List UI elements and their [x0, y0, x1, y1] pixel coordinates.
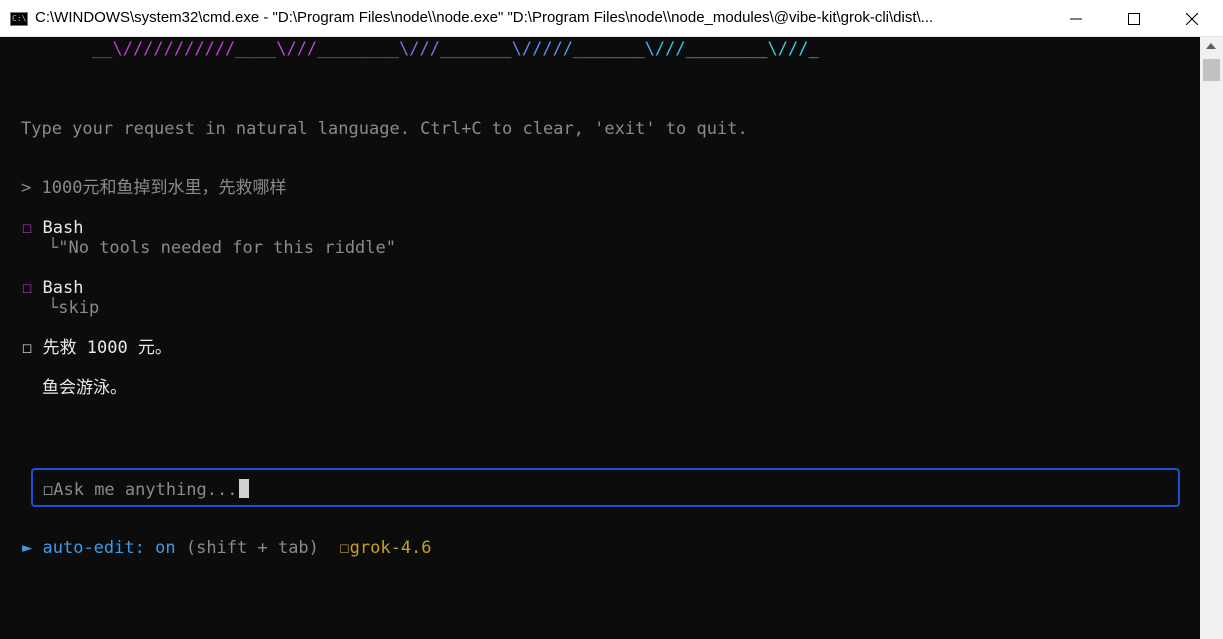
tool-status-icon: ☐ — [22, 278, 33, 298]
chat-input[interactable]: ☐Ask me anything... — [31, 468, 1180, 507]
window-title: C:\WINDOWS\system32\cmd.exe - "D:\Progra… — [35, 9, 934, 26]
tool-detail: └skip — [48, 298, 99, 318]
cmd-icon-label: C:\ — [12, 14, 27, 23]
auto-edit-value: on — [155, 538, 176, 558]
title-bar: C:\ C:\WINDOWS\system32\cmd.exe - "D:\Pr… — [0, 0, 1223, 37]
maximize-button[interactable] — [1105, 0, 1163, 37]
text-cursor — [239, 479, 250, 498]
tool-status-icon: ☐ — [22, 218, 33, 238]
tool-call: ☐ Bash — [22, 218, 83, 238]
model-icon: ☐ — [339, 538, 350, 558]
input-content: ☐Ask me anything... — [43, 479, 250, 500]
answer-status-icon: ☐ — [22, 338, 33, 358]
close-icon — [1186, 12, 1198, 25]
prompt-marker: > — [21, 178, 32, 198]
user-message: > 1000元和鱼掉到水里，先救哪样 — [21, 178, 286, 198]
assistant-answer: ☐ 先救 1000 元。 — [22, 338, 172, 358]
input-placeholder: Ask me anything... — [53, 480, 238, 500]
tree-branch-icon: └ — [48, 238, 59, 258]
status-line: ► auto-edit: on (shift + tab) ☐grok-4.6 — [22, 538, 432, 558]
tool-detail-text: skip — [58, 298, 100, 318]
input-box-icon: ☐ — [43, 480, 54, 500]
vertical-scrollbar[interactable] — [1200, 37, 1223, 639]
ascii-banner: __\///////////____\///________\///______… — [92, 39, 819, 59]
maximize-icon — [1128, 12, 1140, 25]
tool-detail-text: "No tools needed for this riddle" — [58, 238, 397, 258]
shortcut-hint: (shift + tab) — [185, 538, 319, 558]
tool-name: Bash — [42, 218, 84, 238]
minimize-icon — [1070, 18, 1082, 19]
tree-branch-icon: └ — [48, 298, 59, 318]
close-button[interactable] — [1163, 0, 1221, 37]
cmd-icon: C:\ — [10, 12, 28, 26]
answer-line-2: 鱼会游泳。 — [42, 378, 127, 398]
console-output: __\///////////____\///________\///______… — [0, 37, 1200, 639]
usage-hint: Type your request in natural language. C… — [21, 119, 748, 139]
tool-call: ☐ Bash — [22, 278, 83, 298]
scroll-thumb[interactable] — [1203, 59, 1220, 81]
play-arrow-icon: ► — [22, 538, 33, 558]
tool-detail: └"No tools needed for this riddle" — [48, 238, 396, 258]
model-name: grok-4.6 — [349, 538, 432, 558]
auto-edit-label: auto-edit: — [42, 538, 145, 558]
minimize-button[interactable] — [1047, 0, 1105, 37]
answer-line-1: 先救 1000 元。 — [42, 338, 172, 358]
tool-name: Bash — [42, 278, 84, 298]
scroll-up-icon[interactable] — [1206, 43, 1216, 49]
user-query: 1000元和鱼掉到水里，先救哪样 — [41, 178, 287, 198]
